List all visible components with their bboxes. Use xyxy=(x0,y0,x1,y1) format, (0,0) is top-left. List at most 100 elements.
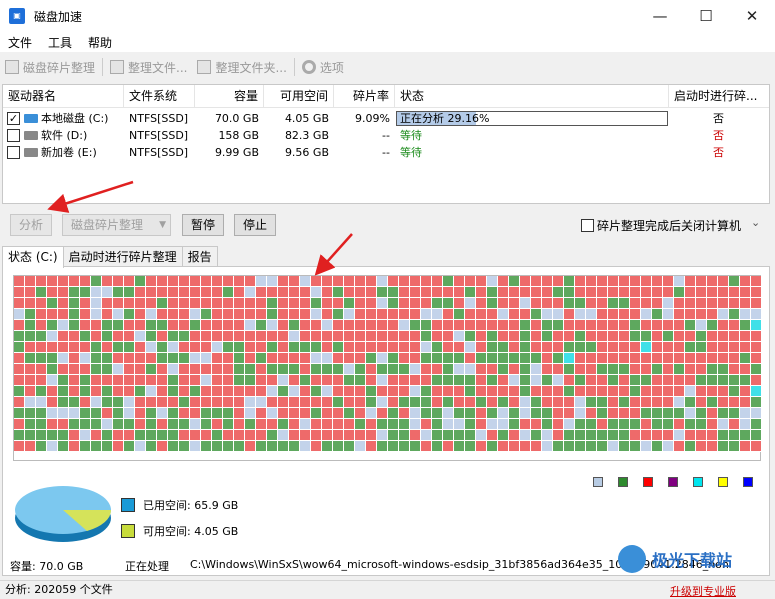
cluster-block xyxy=(366,408,377,419)
cluster-block xyxy=(399,397,410,408)
cluster-block xyxy=(432,441,443,452)
drive-row[interactable]: ✓ 本地磁盘 (C:) NTFS[SSD] 70.0 GB 4.05 GB 9.… xyxy=(3,110,769,127)
cluster-block xyxy=(542,287,553,298)
cluster-block xyxy=(245,408,256,419)
cluster-block xyxy=(564,331,575,342)
defrag-button[interactable]: 磁盘碎片整理 ▼ xyxy=(62,214,171,236)
cluster-block xyxy=(47,342,58,353)
cluster-block xyxy=(751,331,762,342)
col-drive-name[interactable]: 驱动器名 xyxy=(3,85,124,108)
cluster-block xyxy=(234,320,245,331)
cluster-block xyxy=(509,309,520,320)
upgrade-link[interactable]: 升级到专业版 xyxy=(670,583,736,599)
cluster-block xyxy=(399,287,410,298)
cluster-block xyxy=(630,386,641,397)
cluster-block xyxy=(729,353,740,364)
close-button[interactable]: ✕ xyxy=(729,0,775,32)
col-fragmentation[interactable]: 碎片率 xyxy=(334,85,395,108)
cluster-block xyxy=(102,441,113,452)
tab-status[interactable]: 状态 (C:) xyxy=(2,246,64,268)
drive-checkbox[interactable]: ✓ xyxy=(7,112,20,125)
minimize-button[interactable]: — xyxy=(637,0,683,32)
cluster-block xyxy=(718,276,729,287)
cluster-block xyxy=(113,419,124,430)
cluster-block xyxy=(575,353,586,364)
cluster-block xyxy=(113,364,124,375)
drive-checkbox[interactable] xyxy=(7,146,20,159)
drive-row[interactable]: 新加卷 (E:) NTFS[SSD] 9.99 GB 9.56 GB -- 等待… xyxy=(3,144,769,161)
cluster-block xyxy=(410,320,421,331)
cluster-block xyxy=(289,353,300,364)
cluster-block xyxy=(124,430,135,441)
cluster-block xyxy=(289,441,300,452)
cluster-block xyxy=(531,397,542,408)
cluster-block xyxy=(608,419,619,430)
stop-button[interactable]: 停止 xyxy=(234,214,276,236)
cluster-block xyxy=(608,287,619,298)
drive-list: 驱动器名 文件系统 容量 可用空间 碎片率 状态 启动时进行碎... ✓ 本地磁… xyxy=(2,84,770,204)
cluster-block xyxy=(729,309,740,320)
menu-help[interactable]: 帮助 xyxy=(80,34,120,51)
cluster-block xyxy=(300,309,311,320)
cluster-block xyxy=(542,276,553,287)
shutdown-option[interactable]: 碎片整理完成后关闭计算机 xyxy=(581,217,741,234)
pause-button[interactable]: 暂停 xyxy=(182,214,224,236)
cluster-block xyxy=(168,353,179,364)
cluster-block xyxy=(223,342,234,353)
col-status[interactable]: 状态 xyxy=(395,85,669,108)
cluster-block xyxy=(344,342,355,353)
cluster-block xyxy=(135,408,146,419)
cluster-block xyxy=(344,441,355,452)
cluster-block xyxy=(531,364,542,375)
toolbar-defrag-files-button[interactable]: 整理文件... xyxy=(105,56,192,78)
col-boot-defrag[interactable]: 启动时进行碎... xyxy=(669,85,769,108)
cluster-block xyxy=(564,287,575,298)
collapse-chevron-icon[interactable]: ⌄ xyxy=(751,216,760,229)
menu-tools[interactable]: 工具 xyxy=(40,34,80,51)
cluster-block xyxy=(564,298,575,309)
drive-checkbox[interactable] xyxy=(7,129,20,142)
tab-report[interactable]: 报告 xyxy=(181,246,218,267)
maximize-button[interactable]: ☐ xyxy=(683,0,729,32)
col-free-space[interactable]: 可用空间 xyxy=(264,85,334,108)
used-space-label: 已用空间: 65.9 GB xyxy=(143,499,239,512)
cluster-block xyxy=(113,430,124,441)
cluster-block xyxy=(234,331,245,342)
menu-file[interactable]: 文件 xyxy=(0,34,40,51)
cluster-block xyxy=(696,441,707,452)
toolbar-defrag-button[interactable]: 磁盘碎片整理 xyxy=(0,56,100,78)
cluster-block xyxy=(487,331,498,342)
drive-row[interactable]: 软件 (D:) NTFS[SSD] 158 GB 82.3 GB -- 等待 否 xyxy=(3,127,769,144)
cluster-block xyxy=(685,320,696,331)
cluster-block xyxy=(36,353,47,364)
toolbar-defrag-folder-button[interactable]: 整理文件夹... xyxy=(192,56,291,78)
cluster-block xyxy=(751,386,762,397)
toolbar-options-button[interactable]: 选项 xyxy=(297,56,349,78)
cluster-block xyxy=(751,397,762,408)
cluster-block xyxy=(256,430,267,441)
col-filesystem[interactable]: 文件系统 xyxy=(124,85,195,108)
cluster-block xyxy=(58,331,69,342)
cluster-block xyxy=(729,342,740,353)
col-capacity[interactable]: 容量 xyxy=(195,85,264,108)
cluster-block xyxy=(597,375,608,386)
cluster-block xyxy=(597,276,608,287)
cluster-block xyxy=(421,287,432,298)
cluster-block xyxy=(146,320,157,331)
cluster-block xyxy=(575,408,586,419)
cluster-block xyxy=(146,375,157,386)
drive-name: 本地磁盘 (C:) xyxy=(41,112,109,125)
legend-swatch xyxy=(693,477,703,487)
tab-boot-defrag[interactable]: 启动时进行碎片整理 xyxy=(62,246,183,267)
analyze-button[interactable]: 分析 xyxy=(10,214,52,236)
cluster-block xyxy=(311,430,322,441)
cluster-block xyxy=(113,408,124,419)
shutdown-checkbox[interactable] xyxy=(581,219,594,232)
legend-swatch xyxy=(593,477,603,487)
cluster-block xyxy=(102,364,113,375)
cluster-block xyxy=(685,441,696,452)
cluster-block xyxy=(201,430,212,441)
cluster-block xyxy=(267,287,278,298)
cluster-block xyxy=(740,353,751,364)
cluster-block xyxy=(465,276,476,287)
